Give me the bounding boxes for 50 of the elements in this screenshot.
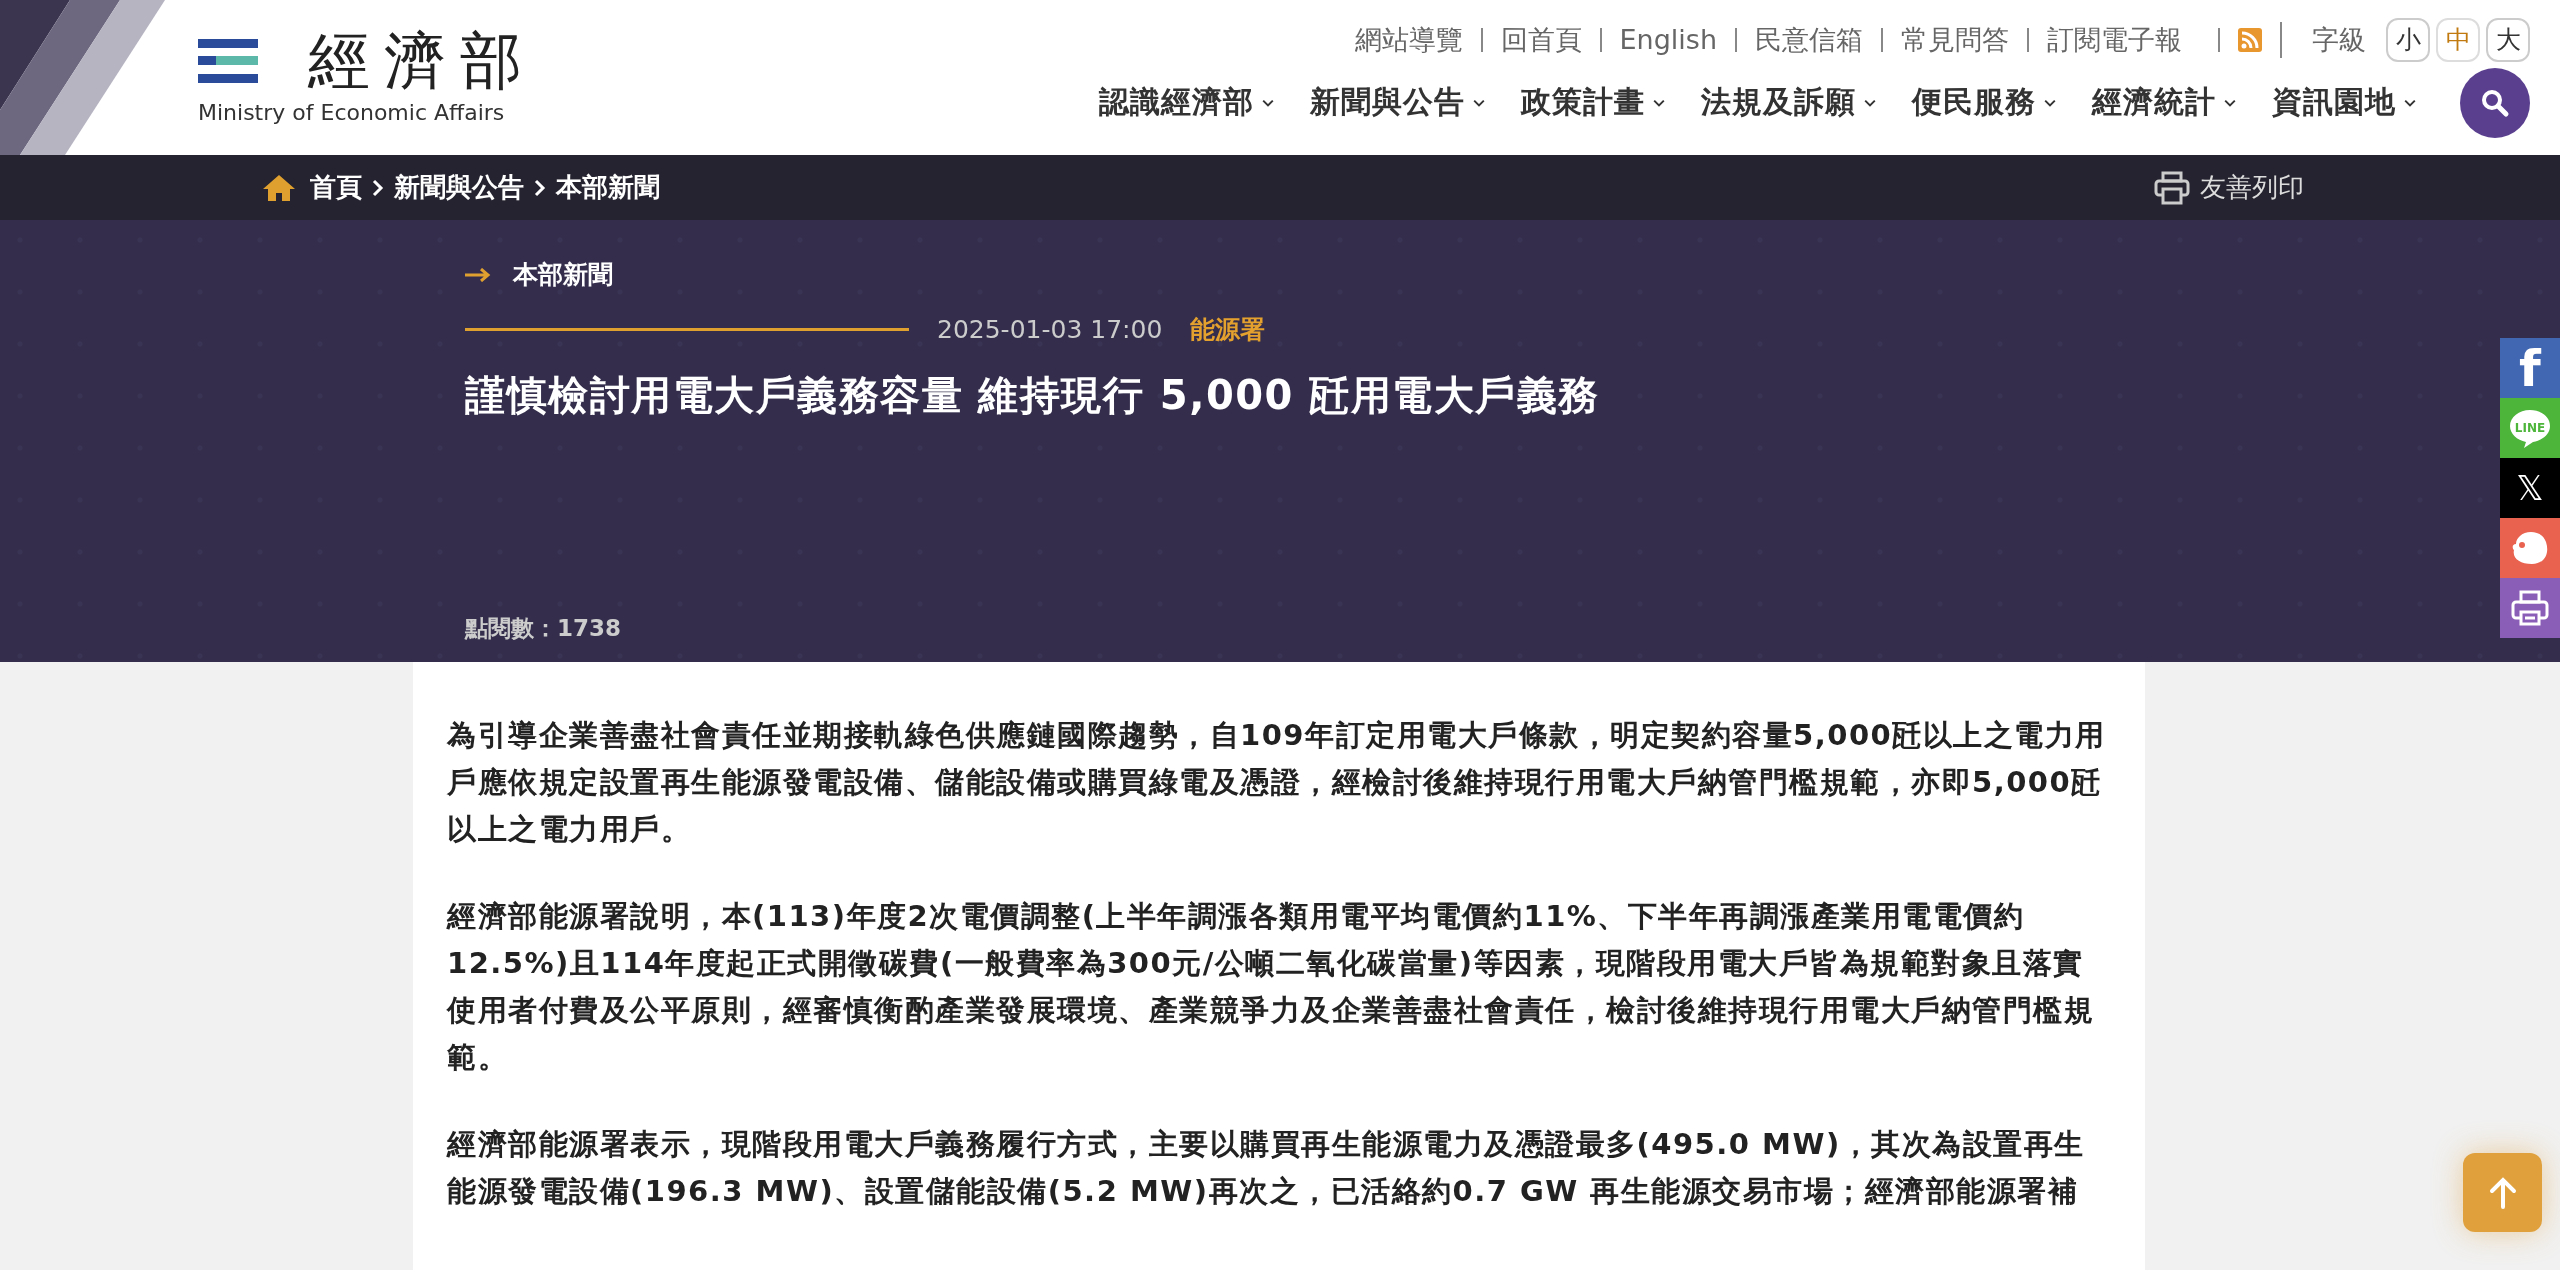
publish-date: 2025-01-03 17:00 bbox=[937, 315, 1163, 344]
print-button[interactable]: 友善列印 bbox=[2148, 169, 2310, 206]
article-paragraph: 為引導企業善盡社會責任並期接軌綠色供應鏈國際趨勢，自109年訂定用電大戶條款，明定契約容量5,000瓩以上之電力用戶應依規定設置再生能源發電設備、儲能設備或購買綠電及憑證，經檢討後維持現行用電大戶納管門檻規範，亦即5,000瓩以上之電力用戶。 bbox=[447, 717, 2107, 848]
article-title: 謹慎檢討用電大戶義務容量 維持現行 5,000 瓩用電大戶義務 bbox=[465, 371, 1601, 420]
nav-menu-item[interactable]: 經濟統計 bbox=[2092, 82, 2236, 123]
breadcrumb-link[interactable]: 首頁 bbox=[310, 170, 362, 205]
logo-icon bbox=[198, 39, 258, 83]
chevron-down-icon bbox=[1473, 98, 1485, 107]
font-size-button[interactable]: 大 bbox=[2486, 17, 2530, 62]
blob-face-icon bbox=[2510, 530, 2550, 566]
top-link[interactable]: 訂閱電子報 bbox=[2027, 27, 2200, 52]
top-link[interactable]: 常見問答 bbox=[1881, 27, 2027, 52]
plurk-share-button[interactable] bbox=[2500, 518, 2560, 578]
arrow-right-icon bbox=[465, 267, 491, 282]
top-link[interactable]: 網站導覽 bbox=[1336, 27, 1481, 52]
breadcrumb-link[interactable]: 本部新聞 bbox=[556, 170, 660, 205]
chevron-down-icon bbox=[2224, 98, 2236, 107]
x-share-button[interactable]: 𝕏 bbox=[2500, 458, 2560, 518]
chevron-down-icon bbox=[1653, 98, 1665, 107]
nav-menu-item[interactable]: 法規及訴願 bbox=[1701, 82, 1876, 123]
agency-label: 能源署 bbox=[1190, 314, 1266, 346]
top-link[interactable]: 回首頁 bbox=[1480, 27, 1600, 52]
font-size-label: 字級 bbox=[2280, 21, 2366, 58]
nav-menu-item[interactable]: 政策計畫 bbox=[1521, 82, 1665, 123]
nav-menu-item[interactable]: 認識經濟部 bbox=[1099, 82, 1274, 123]
facebook-share-button[interactable]: f bbox=[2500, 338, 2560, 398]
category-label: 本部新聞 bbox=[513, 259, 613, 291]
nav-menu-item[interactable]: 資訊園地 bbox=[2272, 82, 2416, 123]
breadcrumb-link[interactable]: 新聞與公告 bbox=[394, 170, 524, 205]
chevron-down-icon bbox=[2044, 98, 2056, 107]
top-link[interactable]: 民意信箱 bbox=[1735, 27, 1881, 52]
home-icon[interactable] bbox=[262, 172, 296, 203]
rss-icon[interactable] bbox=[2218, 27, 2262, 52]
chevron-right-icon bbox=[534, 178, 546, 197]
printer-icon bbox=[2510, 588, 2550, 628]
arrow-up-icon bbox=[2487, 1176, 2518, 1209]
logo-subtitle: Ministry of Economic Affairs bbox=[198, 100, 506, 125]
chevron-down-icon bbox=[1262, 98, 1274, 107]
chevron-down-icon bbox=[1864, 98, 1876, 107]
print-share-button[interactable] bbox=[2500, 578, 2560, 638]
font-size-button[interactable]: 小 bbox=[2386, 17, 2430, 62]
view-count: 點閱數：1738 bbox=[465, 614, 622, 643]
nav-menu-item[interactable]: 新聞與公告 bbox=[1310, 82, 1485, 123]
article-paragraph: 經濟部能源署說明，本(113)年度2次電價調整(上半年調漲各類用電平均電價約11%、下半年再調漲產業用電電價約12.5%)且114年度起正式開徵碳費(一般費率為300元/公噸二氧化碳當量)等因素，現階段用電大戶皆為規範對象且落實使用者付費及公平原則，經審慎衡酌產業發展環境、產業競爭力及企業善盡社會責任，檢討後維持現行用電大戶納管門檻規範。 bbox=[447, 898, 2095, 1076]
chevron-down-icon bbox=[2404, 98, 2416, 107]
nav-menu-item[interactable]: 便民服務 bbox=[1912, 82, 2056, 123]
logo-title: 經濟部 bbox=[308, 30, 536, 92]
printer-icon bbox=[2154, 170, 2190, 205]
article-paragraph: 經濟部能源署表示，現階段用電大戶義務履行方式，主要以購買再生能源電力及憑證最多(495.0 MW)，其次為設置再生能源發電設備(196.3 MW)、設置儲能設備(5.2 MW)再次之，已活絡約0.7 GW 再生能源交易市場；經濟部能源署補 bbox=[447, 1126, 2086, 1210]
chevron-right-icon bbox=[372, 178, 384, 197]
